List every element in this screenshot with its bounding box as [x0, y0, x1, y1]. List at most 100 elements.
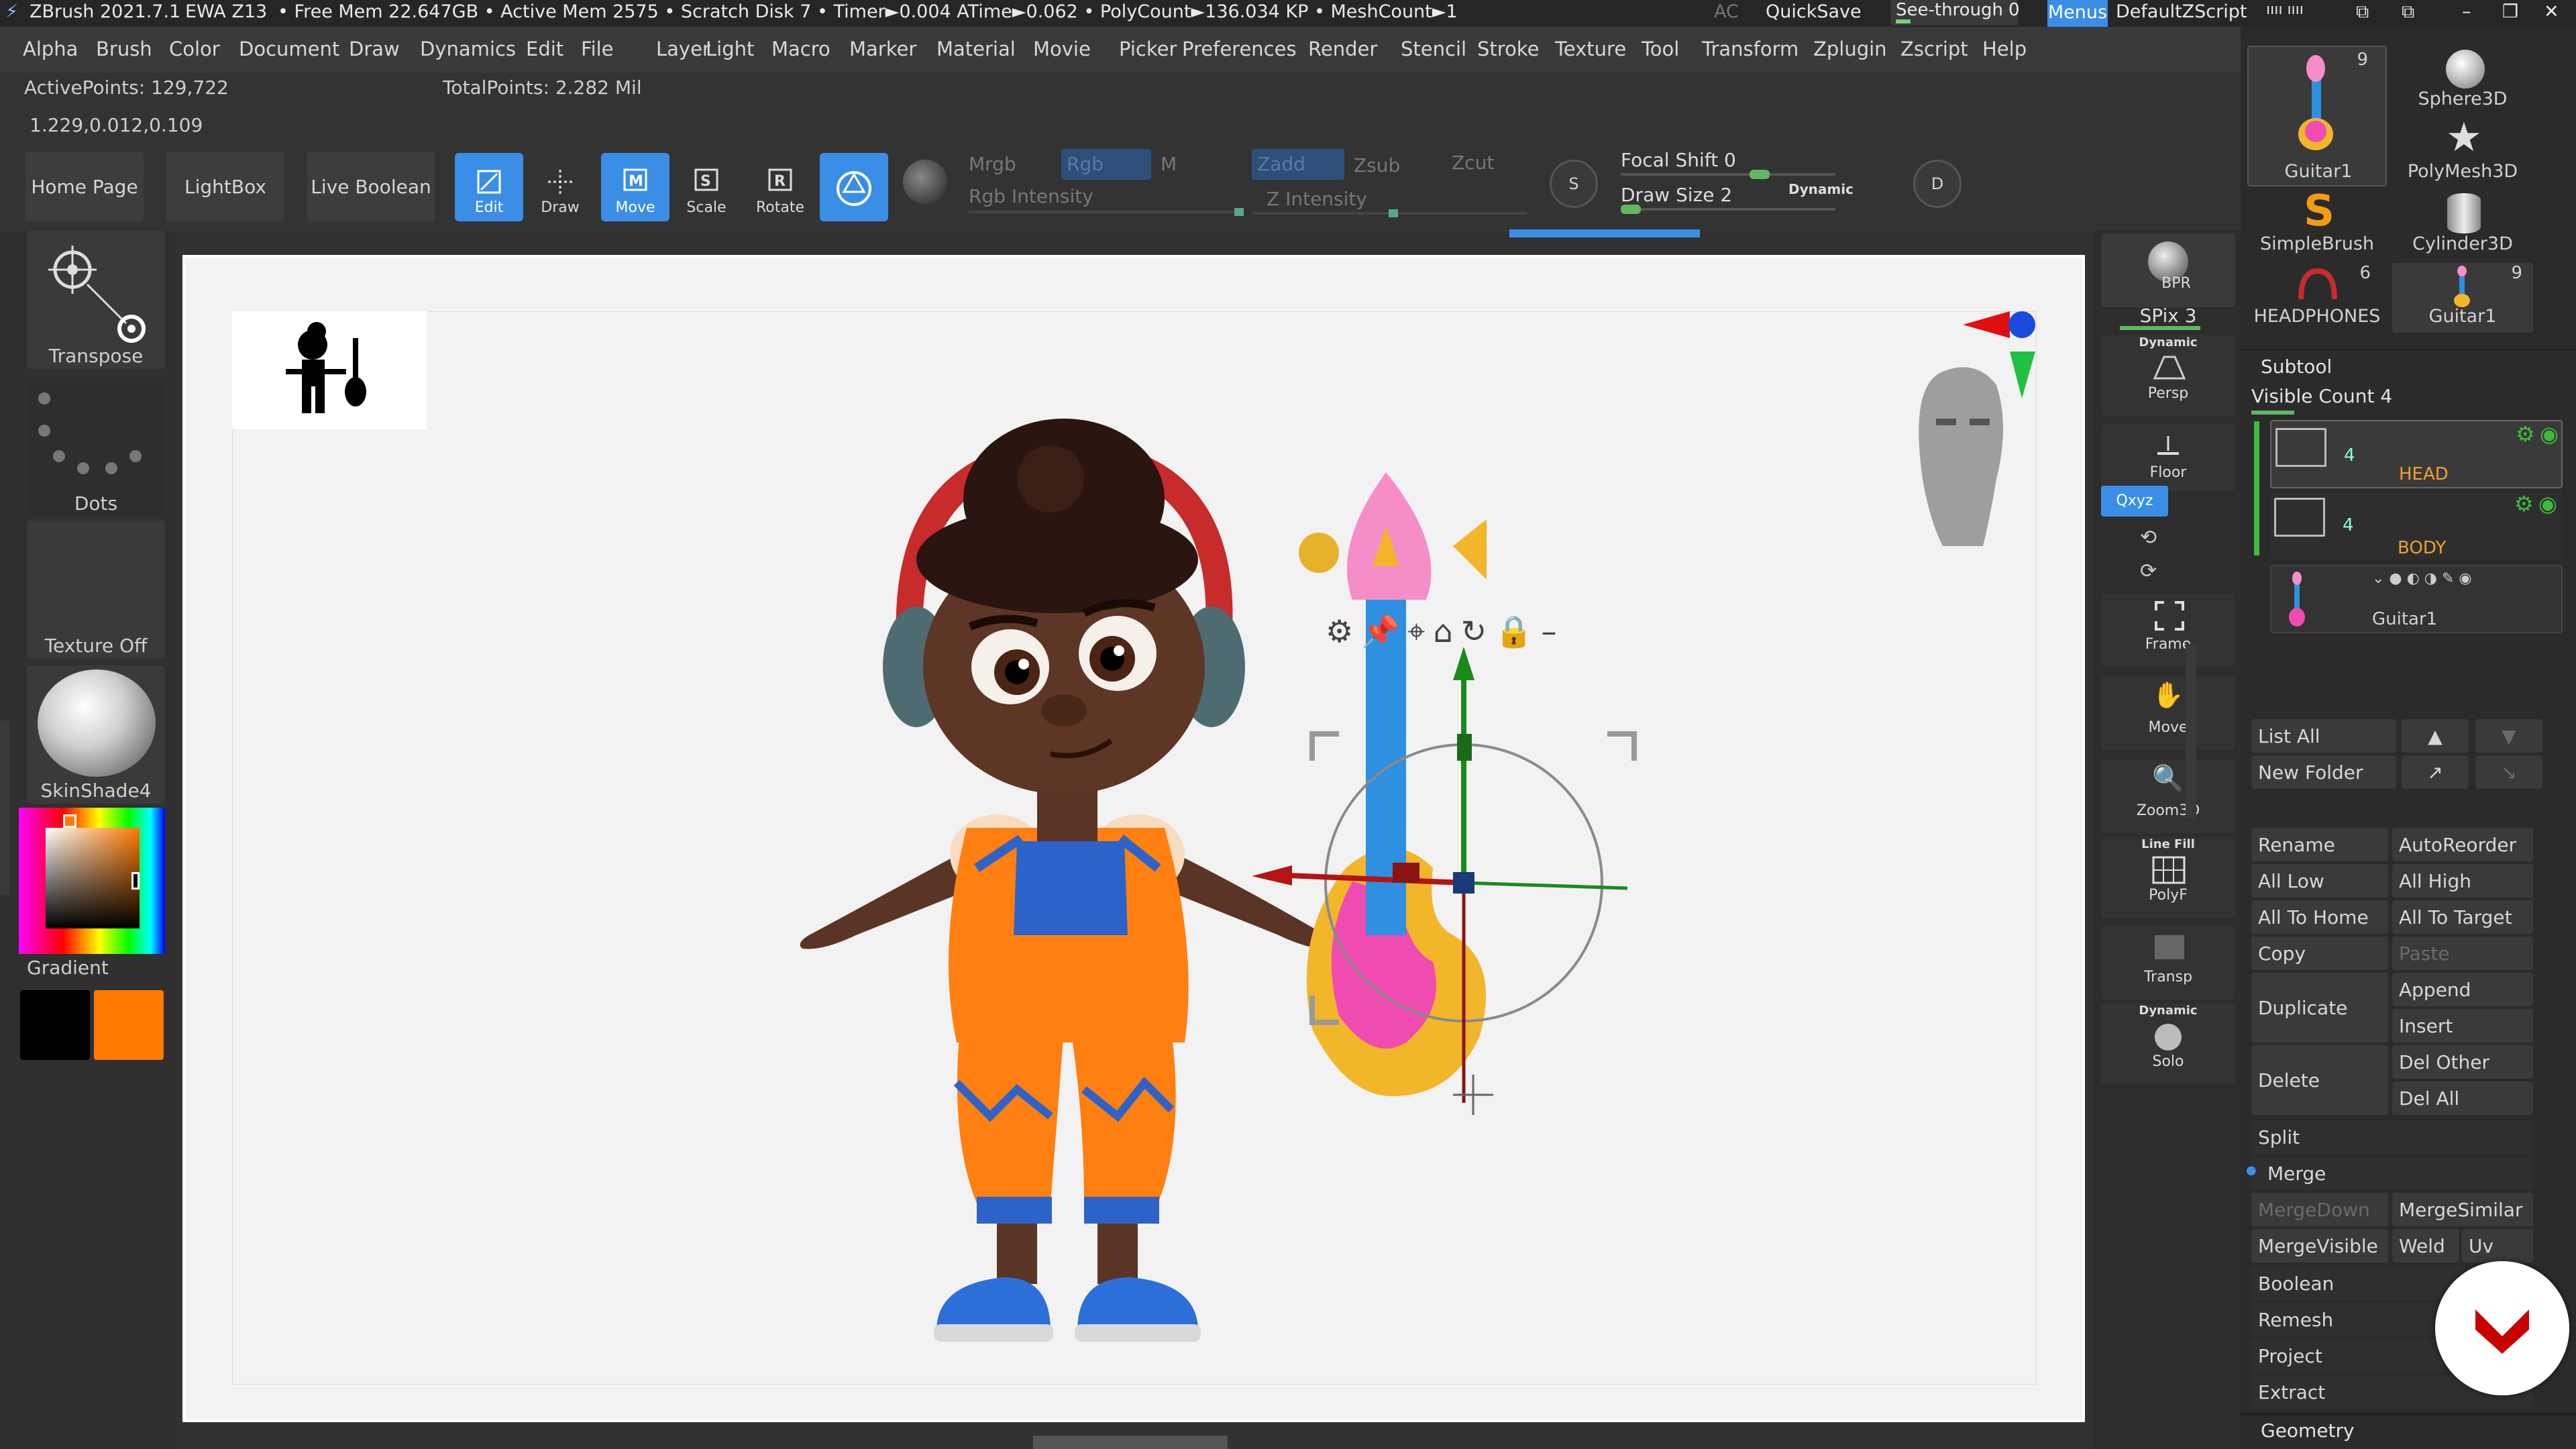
color-hue-marker[interactable]: [63, 814, 76, 828]
all-low-button[interactable]: All Low: [2251, 864, 2388, 898]
menu-item-brush[interactable]: Brush: [96, 38, 152, 60]
home-page-button[interactable]: Home Page: [25, 152, 144, 221]
all-high-button[interactable]: All High: [2392, 864, 2533, 898]
menu-item-render[interactable]: Render: [1308, 38, 1377, 60]
all-to-home-button[interactable]: All To Home: [2251, 900, 2388, 934]
arrow-up-icon[interactable]: ▲: [2402, 719, 2469, 753]
list-all-button[interactable]: List All: [2251, 719, 2396, 753]
rotate-mode-button[interactable]: R Rotate: [746, 153, 814, 221]
layout-icon[interactable]: ıııı ıııı: [2266, 1, 2304, 18]
menu-item-transform[interactable]: Transform: [1702, 38, 1799, 60]
mergesimilar-button[interactable]: MergeSimilar: [2392, 1193, 2533, 1226]
mrgb-button[interactable]: Mrgb: [969, 153, 1016, 175]
default-zscript-button[interactable]: DefaultZScript: [2116, 1, 2247, 22]
del-all-button[interactable]: Del All: [2392, 1081, 2533, 1115]
ac-label[interactable]: AC: [1714, 1, 1739, 22]
all-to-target-button[interactable]: All To Target: [2392, 900, 2533, 934]
restore-layout-icon[interactable]: ⧉: [2356, 1, 2369, 23]
material-button[interactable]: SkinShade4: [27, 665, 165, 804]
menu-item-macro[interactable]: Macro: [771, 38, 830, 60]
focal-shift-slider[interactable]: Focal Shift 0: [1621, 149, 1736, 171]
z-intensity-slider[interactable]: Z Intensity: [1267, 188, 1367, 210]
draw-mode-button[interactable]: Draw: [526, 153, 594, 221]
menu-item-color[interactable]: Color: [169, 38, 220, 60]
visible-count-slider[interactable]: [2251, 411, 2294, 415]
persp-button[interactable]: Dynamic Persp: [2101, 335, 2235, 416]
menu-item-dynamics[interactable]: Dynamics: [420, 38, 516, 60]
paste-button[interactable]: Paste: [2392, 936, 2533, 970]
rgb-intensity-slider[interactable]: Rgb Intensity: [969, 185, 1093, 207]
merge-section[interactable]: Merge: [2251, 1157, 2533, 1190]
move-mode-button[interactable]: M Move: [601, 153, 669, 221]
app-badge-button[interactable]: [2435, 1261, 2569, 1395]
draw-size-slider[interactable]: Draw Size 2: [1621, 184, 1732, 206]
rotate-z-icon[interactable]: ⟳: [2140, 559, 2157, 583]
gizmo-toggle-button[interactable]: [820, 153, 888, 221]
rgb-intensity-track[interactable]: [969, 208, 1244, 216]
menu-item-layer[interactable]: Layer: [656, 38, 710, 60]
tool-thumb-polymesh3d[interactable]: ★ PolyMesh3D: [2392, 114, 2533, 188]
menu-item-edit[interactable]: Edit: [526, 38, 564, 60]
split-section[interactable]: Split: [2251, 1120, 2533, 1154]
live-boolean-button[interactable]: Live Boolean: [307, 152, 435, 221]
menu-item-stroke[interactable]: Stroke: [1477, 38, 1539, 60]
reset-icon[interactable]: ↻: [1461, 613, 1487, 653]
m-button[interactable]: M: [1161, 153, 1177, 175]
subtool-item-guitar1[interactable]: ⌄ ● ◐ ◑ ✎ ◉ Guitar1: [2270, 565, 2563, 633]
home-icon[interactable]: ⌂: [1433, 613, 1452, 653]
subtool-folder-body[interactable]: 4 BODY ⚙ ◉: [2270, 491, 2563, 559]
spix-slider[interactable]: [2120, 326, 2200, 330]
zadd-button[interactable]: Zadd: [1252, 149, 1344, 180]
gradient-label[interactable]: Gradient: [27, 957, 109, 979]
eye-icon[interactable]: ◉: [2540, 421, 2559, 447]
menu-item-alpha[interactable]: Alpha: [23, 38, 78, 60]
menus-toggle[interactable]: Menus: [2047, 0, 2108, 27]
tool-thumb-guitar1[interactable]: 9 Guitar1: [2247, 46, 2387, 186]
menu-item-movie[interactable]: Movie: [1033, 38, 1091, 60]
bpr-button[interactable]: BPR: [2101, 233, 2235, 307]
quicksave-button[interactable]: QuickSave: [1766, 1, 1862, 22]
spix-label[interactable]: SPix 3: [2101, 305, 2235, 327]
material-sphere-icon[interactable]: [903, 160, 947, 204]
tool-thumb-sphere3d[interactable]: Sphere3D: [2392, 46, 2533, 115]
edit-mode-button[interactable]: Edit: [455, 153, 523, 221]
menu-item-document[interactable]: Document: [239, 38, 339, 60]
zcut-button[interactable]: Zcut: [1452, 152, 1494, 174]
append-button[interactable]: Append: [2392, 973, 2533, 1006]
menu-item-picker[interactable]: Picker: [1119, 38, 1177, 60]
menu-item-draw[interactable]: Draw: [349, 38, 400, 60]
focal-shift-track[interactable]: [1621, 170, 1835, 179]
secondary-color-swatch[interactable]: [20, 990, 90, 1060]
menu-item-preferences[interactable]: Preferences: [1182, 38, 1297, 60]
axis-indicator[interactable]: [1943, 305, 2050, 412]
color-saturation-square[interactable]: [46, 828, 140, 928]
duplicate-button[interactable]: Duplicate: [2251, 973, 2388, 1042]
gear-icon[interactable]: ⚙: [2516, 421, 2535, 447]
menu-item-zplugin[interactable]: Zplugin: [1813, 38, 1887, 60]
subtool-title[interactable]: Subtool: [2261, 356, 2332, 378]
minimize-icon[interactable]: –: [2462, 1, 2471, 22]
menu-item-marker[interactable]: Marker: [849, 38, 916, 60]
gizmo-3d[interactable]: [1232, 620, 1782, 1130]
copy-button[interactable]: Copy: [2251, 936, 2388, 970]
zsub-button[interactable]: Zsub: [1354, 154, 1400, 176]
pin-icon[interactable]: 📌: [1361, 613, 1399, 653]
right-tray-handle[interactable]: [2186, 644, 2196, 818]
geometry-section-title[interactable]: Geometry: [2261, 1419, 2355, 1442]
delete-button[interactable]: Delete: [2251, 1045, 2388, 1115]
polyframe-button[interactable]: Line Fill PolyF: [2101, 837, 2235, 918]
subtool-icon-row[interactable]: ⌄ ● ◐ ◑ ✎ ◉: [2372, 570, 2472, 587]
menu-item-tool[interactable]: Tool: [1642, 38, 1679, 60]
frame-button[interactable]: Frame: [2101, 593, 2235, 667]
arrow-down-icon[interactable]: ▼: [2475, 719, 2542, 753]
gear-icon[interactable]: ⚙: [2514, 491, 2534, 517]
tool-thumb-simplebrush[interactable]: S SimpleBrush: [2247, 186, 2387, 260]
gear-icon[interactable]: ⚙: [1326, 613, 1353, 653]
lightbox-button[interactable]: LightBox: [166, 152, 284, 221]
menu-item-zscript[interactable]: Zscript: [1900, 38, 1968, 60]
color-value-marker[interactable]: [131, 872, 140, 890]
subtool-folder-head[interactable]: 4 HEAD ⚙ ◉: [2270, 420, 2563, 488]
minus-icon[interactable]: –: [1541, 613, 1556, 653]
scale-mode-button[interactable]: S Scale: [672, 153, 741, 221]
see-through-slider[interactable]: See-through 0: [1890, 0, 2020, 25]
